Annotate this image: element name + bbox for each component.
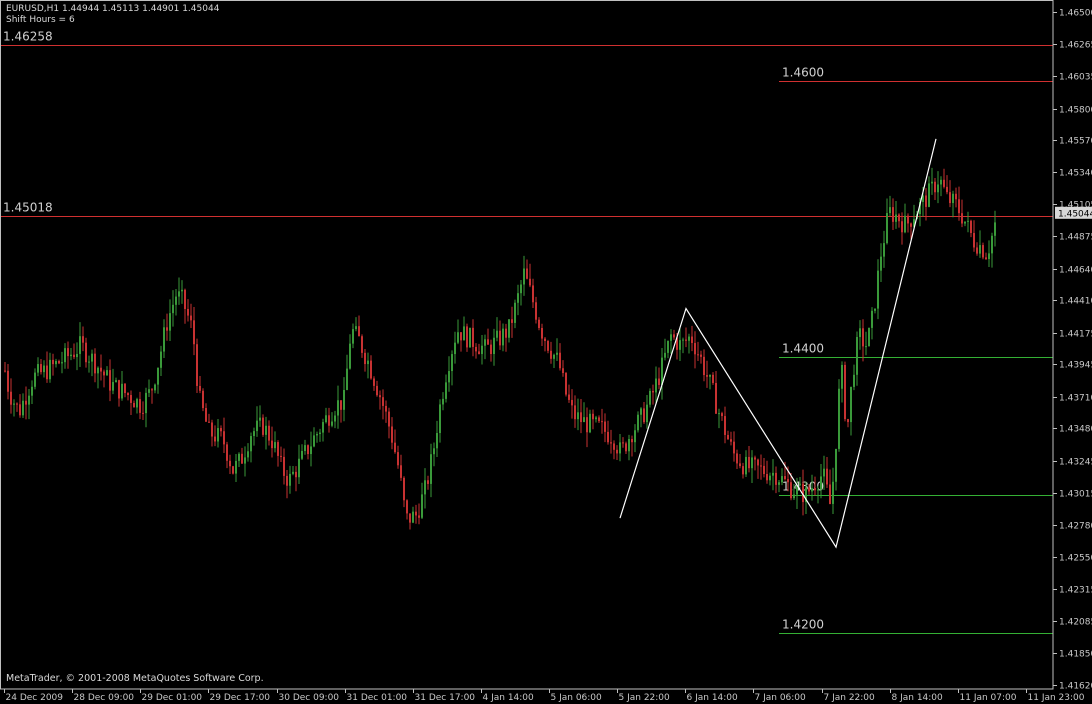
y-tick-label-4: 1.45570 — [1059, 137, 1092, 147]
x-tick-label-3: 29 Dec 17:00 — [210, 693, 271, 703]
y-tick-label-11: 1.43945 — [1059, 361, 1092, 371]
level-label-3: 1.4400 — [782, 342, 824, 356]
level-label-5: 1.4200 — [782, 618, 824, 632]
x-tick-label-8: 5 Jan 06:00 — [551, 693, 603, 703]
candle-86 — [262, 414, 264, 437]
candle-66 — [202, 388, 204, 412]
x-tick-label-0: 24 Dec 2009 — [6, 693, 64, 703]
candle-326 — [982, 242, 984, 260]
x-tick-label-12: 7 Jan 22:00 — [824, 693, 876, 703]
symbol-quote-header: EURUSD,H1 1.44944 1.45113 1.44901 1.4504… — [6, 4, 220, 14]
x-tick-label-7: 4 Jan 14:00 — [483, 693, 535, 703]
y-tick-label-10: 1.44175 — [1059, 330, 1092, 340]
x-tick-label-15: 11 Jan 23:00 — [1028, 693, 1085, 703]
x-tick-label-1: 28 Dec 09:00 — [74, 693, 135, 703]
x-tick-label-13: 8 Jan 14:00 — [892, 693, 944, 703]
x-tick-label-11: 7 Jan 06:00 — [755, 693, 807, 703]
x-tick-label-2: 29 Dec 01:00 — [142, 693, 203, 703]
y-tick-label-8: 1.44640 — [1059, 266, 1092, 276]
y-tick-label-9: 1.44410 — [1059, 297, 1092, 307]
y-tick-label-16: 1.42780 — [1059, 522, 1092, 532]
price-chart[interactable]: 1.462581.46001.450181.44001.43001.4200 1… — [0, 0, 1092, 704]
x-tick-label-6: 31 Dec 17:00 — [415, 693, 476, 703]
y-tick-label-18: 1.42315 — [1059, 586, 1092, 596]
candle-64 — [196, 338, 198, 394]
y-tick-label-17: 1.42550 — [1059, 554, 1092, 564]
y-tick-label-13: 1.43480 — [1059, 425, 1092, 435]
y-tick-label-2: 1.46035 — [1059, 73, 1092, 83]
candle-155 — [469, 327, 471, 348]
current-price-label: 1.45044 — [1058, 209, 1092, 219]
y-tick-label-15: 1.43015 — [1059, 490, 1092, 500]
y-tick-label-20: 1.41850 — [1059, 650, 1092, 660]
y-tick-label-19: 1.42085 — [1059, 618, 1092, 628]
x-tick-label-9: 5 Jan 22:00 — [619, 693, 671, 703]
y-tick-label-5: 1.45340 — [1059, 169, 1092, 179]
level-label-1: 1.4600 — [782, 66, 824, 80]
y-tick-label-14: 1.43245 — [1059, 458, 1092, 468]
y-tick-label-1: 1.46265 — [1059, 41, 1092, 51]
level-label-2: 1.45018 — [3, 201, 53, 215]
x-tick-label-14: 11 Jan 07:00 — [960, 693, 1017, 703]
x-tick-label-10: 6 Jan 14:00 — [687, 693, 739, 703]
candle-278 — [838, 379, 840, 452]
y-tick-label-7: 1.44875 — [1059, 233, 1092, 243]
y-tick-label-12: 1.43710 — [1059, 394, 1092, 404]
y-tick-label-0: 1.46500 — [1059, 9, 1092, 19]
candle-215 — [649, 388, 651, 408]
shift-hours-label: Shift Hours = 6 — [6, 15, 75, 25]
candle-288 — [868, 327, 870, 347]
candle-187 — [565, 372, 567, 397]
copyright-text: MetaTrader, © 2001-2008 MetaQuotes Softw… — [6, 673, 264, 684]
candle-76 — [232, 465, 234, 475]
y-tick-label-21: 1.41620 — [1059, 682, 1092, 692]
y-tick-label-3: 1.45800 — [1059, 106, 1092, 116]
candle-280 — [844, 361, 846, 422]
level-label-0: 1.46258 — [3, 30, 53, 44]
x-tick-label-4: 30 Dec 09:00 — [279, 693, 340, 703]
x-tick-label-5: 31 Dec 01:00 — [347, 693, 408, 703]
